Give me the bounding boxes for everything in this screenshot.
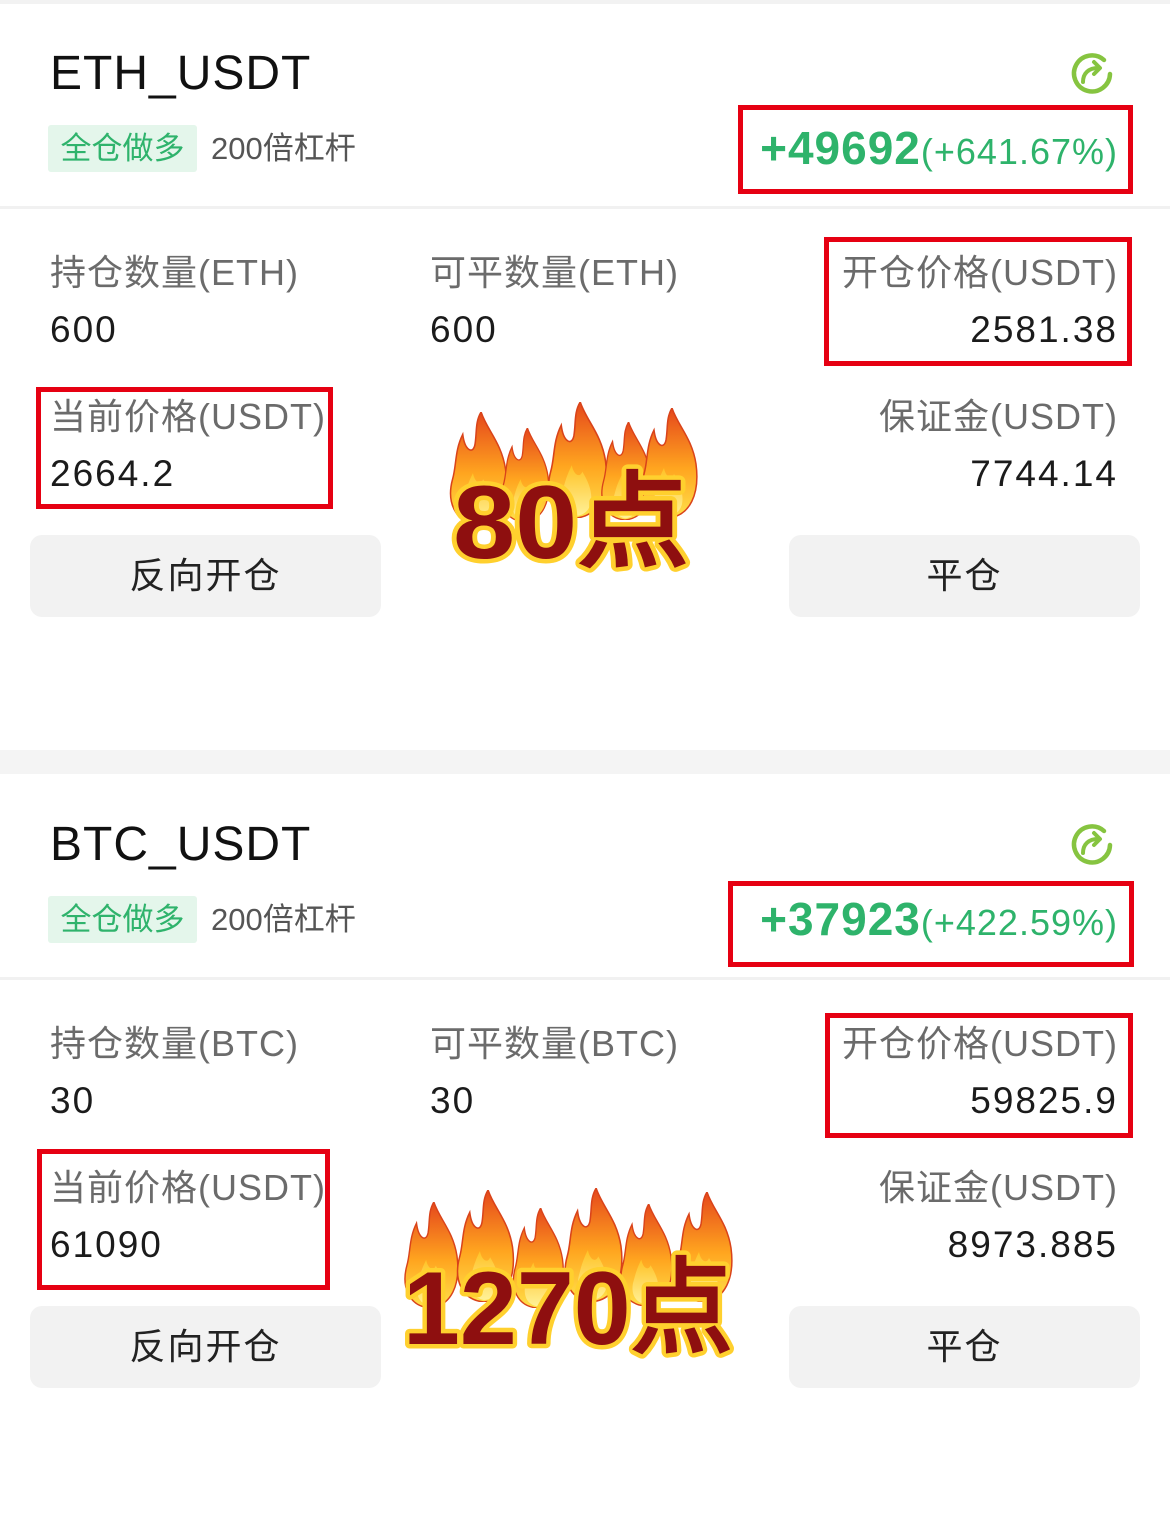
refresh-icon[interactable] (1068, 50, 1116, 98)
closable-qty-value: 30 (430, 1080, 476, 1121)
position-card-eth: ETH_USDT 全仓做多 200倍杠杆 +49692(+641.67%) 持仓… (0, 0, 1170, 750)
hold-qty-label: 持仓数量(ETH) (50, 252, 299, 293)
open-price-value: 59825.9 (970, 1080, 1118, 1121)
margin-mode-badge: 全仓做多 (48, 125, 197, 172)
margin-value: 8973.885 (947, 1224, 1118, 1265)
closable-qty-label: 可平数量(BTC) (430, 1023, 679, 1064)
leverage-label: 200倍杠杆 (211, 902, 356, 937)
section-divider (0, 977, 1170, 980)
hold-qty-value: 30 (50, 1080, 96, 1121)
margin-value: 7744.14 (970, 453, 1118, 494)
pnl-percent: (+641.67%) (920, 131, 1118, 172)
section-divider (0, 206, 1170, 209)
symbol-title: BTC_USDT (50, 818, 312, 871)
reverse-open-button[interactable]: 反向开仓 (30, 1306, 381, 1388)
closable-qty-value: 600 (430, 309, 498, 350)
hold-qty-value: 600 (50, 309, 118, 350)
margin-label: 保证金(USDT) (879, 1167, 1118, 1208)
close-position-button[interactable]: 平仓 (789, 535, 1140, 617)
refresh-icon[interactable] (1068, 821, 1116, 869)
fire-sticker: 1270点 (399, 1188, 738, 1372)
closable-qty-label: 可平数量(ETH) (430, 252, 679, 293)
leverage-label: 200倍杠杆 (211, 131, 356, 166)
open-price-label: 开仓价格(USDT) (842, 1023, 1118, 1064)
pnl-percent: (+422.59%) (920, 902, 1118, 943)
reverse-open-button[interactable]: 反向开仓 (30, 535, 381, 617)
current-price-value: 2664.2 (50, 453, 176, 494)
pnl-value: +49692(+641.67%) (760, 122, 1118, 186)
current-price-label: 当前价格(USDT) (50, 1167, 326, 1208)
pnl-amount: +49692 (760, 122, 921, 174)
pnl-amount: +37923 (760, 893, 921, 945)
hold-qty-label: 持仓数量(BTC) (50, 1023, 299, 1064)
open-price-value: 2581.38 (970, 309, 1118, 350)
position-card-btc: BTC_USDT 全仓做多 200倍杠杆 +37923(+422.59%) 持仓… (0, 771, 1170, 1521)
close-position-button[interactable]: 平仓 (789, 1306, 1140, 1388)
symbol-title: ETH_USDT (50, 47, 312, 100)
positions-page: ETH_USDT 全仓做多 200倍杠杆 +49692(+641.67%) 持仓… (0, 0, 1170, 1521)
fire-sticker: 80点 (449, 402, 698, 586)
margin-mode-badge: 全仓做多 (48, 896, 197, 943)
sticker-text: 1270点 (403, 1251, 733, 1367)
pnl-value: +37923(+422.59%) (760, 893, 1118, 957)
current-price-label: 当前价格(USDT) (50, 396, 326, 437)
current-price-value: 61090 (50, 1224, 163, 1265)
margin-label: 保证金(USDT) (879, 396, 1118, 437)
sticker-text: 80点 (453, 465, 689, 581)
open-price-label: 开仓价格(USDT) (842, 252, 1118, 293)
